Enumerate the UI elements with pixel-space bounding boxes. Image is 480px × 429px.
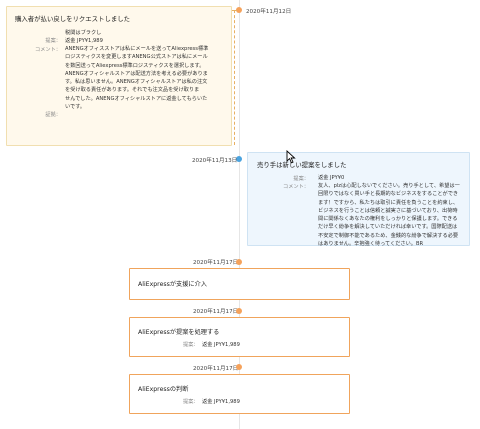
comment-line: ビジネスを行うことは信頼と誠実さに基づいており、出荷時: [318, 207, 458, 214]
buyer-comment: ANENGオフィスストアは私にメールを送ってAliexpress標準 ロジスティ…: [65, 45, 231, 111]
aliexpress-proposal-processing-event: AliExpressが提案を処理する 提案： 返金 JPY¥1,989: [129, 317, 350, 357]
event-date: 2020年11月17日: [193, 260, 239, 266]
comment-line: 友人、plzは心配しないでください。売り手として、希望は一: [318, 183, 460, 189]
buyer-refund-request-card: 購入者が払い戻しをリクエストしました 税関はブラクし 提案： 返金 JPY¥1,…: [6, 6, 232, 146]
timeline-dot: [236, 308, 242, 314]
event-title: AliExpressが支援に介入: [138, 281, 207, 288]
comment-line: はありません。辛抱強く待ってください。BR: [318, 241, 424, 248]
comment-line: ます！ですから、私たちは取引に責任を負うことを約束し、: [318, 199, 459, 206]
card-title: 購入者が払い戻しをリクエストしました: [15, 15, 131, 23]
comment-line: いです。: [65, 104, 86, 111]
comment-line: す。私は思いません。ANENGオフィシャルストアは私の注文: [65, 79, 208, 86]
event-title: AliExpressが提案を処理する: [138, 329, 220, 336]
event-date: 2020年11月17日: [193, 366, 239, 372]
comment-line: ロジスティクスを変更しますANENG公式ストアは私にメール: [65, 54, 208, 61]
proposal-label: 提案：: [183, 342, 199, 348]
comment-line: せんでした。ANENGオフィシャルストアに返金してもらいた: [65, 95, 208, 102]
comment-line: を数回送ってAliexpress標準ロジスティクスを選択します。: [65, 62, 205, 69]
proposal-value: 返金 JPY¥1,989: [202, 342, 240, 348]
event-date: 2020年11月17日: [193, 309, 239, 315]
evidence-label: 証拠：: [45, 112, 61, 118]
event-date: 2020年11月12日: [246, 9, 292, 15]
proposal-label: 提案：: [183, 399, 199, 405]
comment-line: を受け取る責任があります。それでも注文品を受け取りま: [65, 87, 200, 94]
comment-line: だけ早く紛争を解決していただければ幸いです。国際配送は: [318, 224, 458, 231]
proposal-label: 提案：: [293, 176, 309, 182]
aliexpress-decision-event: AliExpressの判断 提案： 返金 JPY¥1,989: [129, 374, 350, 414]
comment-line: ANENGオフィシャルストアは配送方法を考える必要がありま: [65, 70, 208, 77]
timeline-dot: [236, 259, 242, 265]
comment-label: コメント：: [35, 47, 61, 53]
seller-comment: 友人、plzは心配しないでください。売り手として、希望は一 回限りではなく買い手…: [318, 182, 468, 248]
connector-vertical: [234, 10, 235, 145]
proposal-label: 提案：: [45, 38, 61, 44]
timeline-dot: [236, 364, 242, 370]
comment-line: ANENGオフィスストアは私にメールを送ってAliexpress標準: [65, 46, 209, 52]
card-title: 売り手は新しい提案をしました: [257, 161, 347, 169]
event-title: AliExpressの判断: [138, 386, 189, 393]
comment-line: 間に関係なくあなたの権利をしっかりと保護します。できる: [318, 216, 458, 223]
event-date: 2020年11月13日: [192, 158, 238, 164]
comment-label: コメント：: [283, 184, 309, 190]
comment-line: 不安定で制御不能であるため、金銭的な紛争で解決する必要: [318, 232, 459, 239]
aliexpress-intervened-event: AliExpressが支援に介入: [129, 268, 350, 300]
mouse-pointer-icon: [286, 150, 296, 164]
comment-line: 回限りではなく買い手と長期的なビジネスをすることができ: [318, 191, 459, 198]
seller-new-proposal-card: 売り手は新しい提案をしました 提案： 返金 JPY¥0 コメント： 友人、plz…: [247, 152, 470, 248]
proposal-value: 返金 JPY¥1,989: [202, 399, 240, 405]
